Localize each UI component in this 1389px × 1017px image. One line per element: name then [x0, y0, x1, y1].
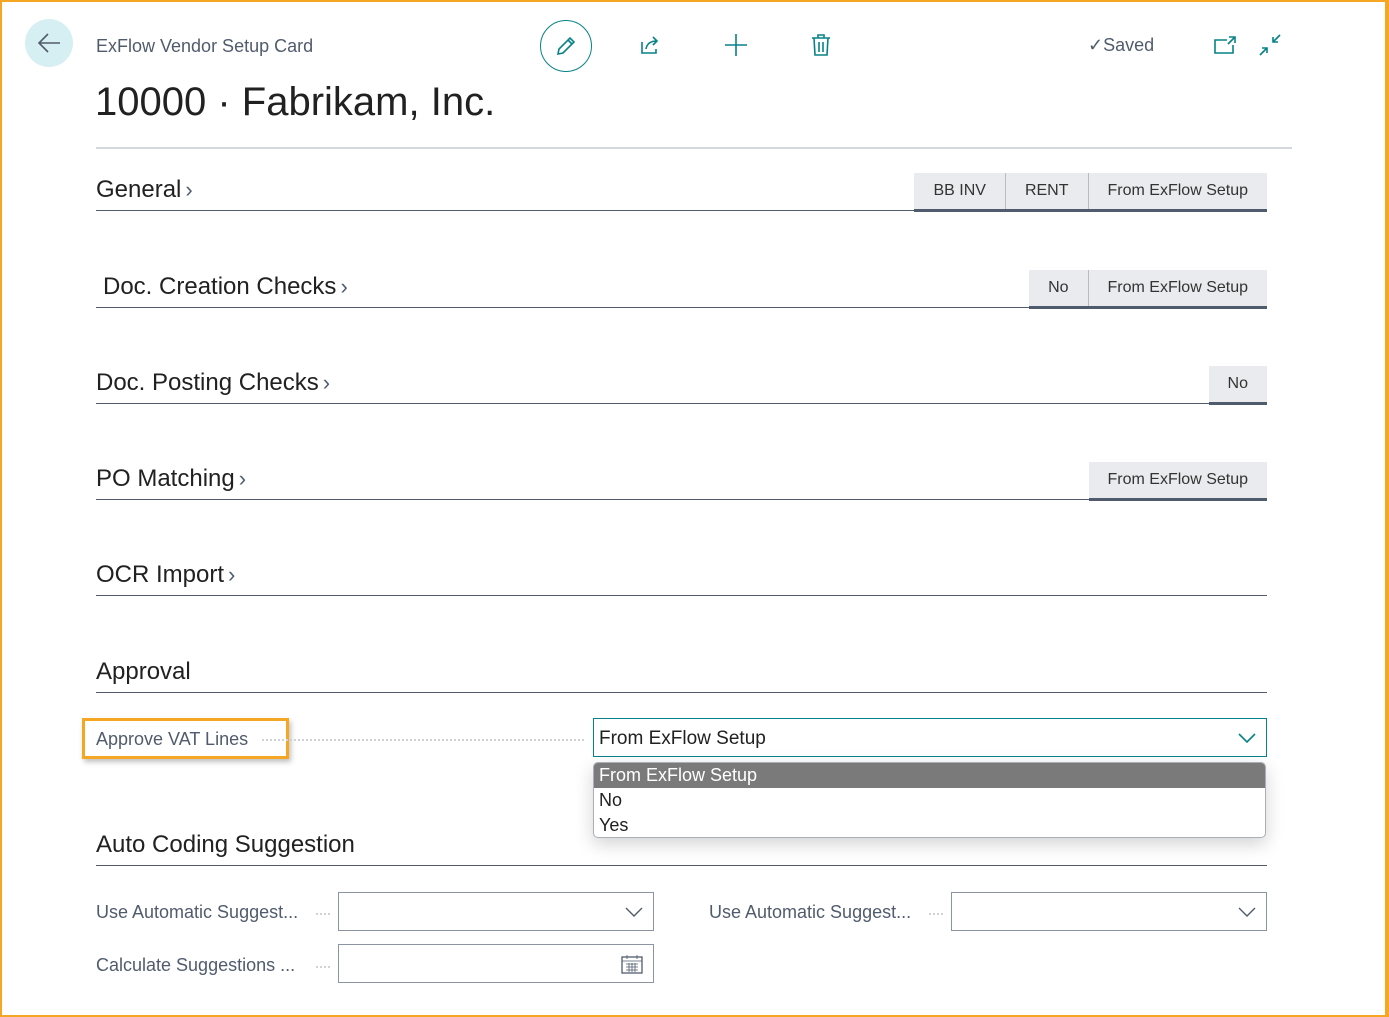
approve-vat-lines-label: Approve VAT Lines	[96, 729, 249, 749]
share-icon	[641, 36, 659, 54]
chevron-right-icon: ›	[185, 177, 193, 202]
section-general[interactable]: General › BB INV RENT From ExFlow Setup	[96, 171, 1267, 212]
plus-icon	[725, 34, 747, 56]
tag: No	[1029, 269, 1088, 306]
chevron-right-icon: ›	[228, 562, 236, 587]
dotted-leader	[316, 913, 330, 915]
header-divider	[96, 147, 1292, 149]
approve-vat-lines-select[interactable]: From ExFlow Setup	[593, 718, 1267, 757]
collapse-icon	[1259, 34, 1281, 56]
delete-button[interactable]	[806, 30, 836, 60]
tag: RENT	[1004, 172, 1088, 209]
tag: From ExFlow Setup	[1087, 269, 1267, 306]
dotted-leader	[262, 739, 584, 741]
page-title: 10000 · Fabrikam, Inc.	[95, 80, 496, 124]
checkmark-icon: ✓	[1088, 35, 1104, 55]
chevron-right-icon: ›	[322, 370, 331, 395]
saved-status: ✓Saved	[1088, 35, 1155, 55]
back-button[interactable]	[25, 19, 73, 67]
edit-button[interactable]	[540, 20, 592, 72]
new-button[interactable]	[721, 30, 751, 60]
calculate-suggestions-label: Calculate Suggestions ...	[96, 955, 296, 975]
share-button[interactable]	[635, 30, 665, 60]
chevron-right-icon: ›	[340, 274, 348, 299]
dotted-leader	[929, 913, 943, 915]
dropdown-option[interactable]: From ExFlow Setup	[594, 763, 1265, 788]
dotted-leader	[316, 966, 330, 968]
tag: No	[1208, 365, 1267, 402]
section-auto-coding-suggestion[interactable]: Auto Coding Suggestion	[96, 826, 1267, 866]
collapse-button[interactable]	[1255, 30, 1285, 60]
section-ocr-import[interactable]: OCR Import ›	[96, 556, 1267, 596]
pencil-icon	[556, 36, 576, 56]
use-automatic-suggest-label: Use Automatic Suggest...	[96, 902, 299, 922]
chevron-down-icon	[1238, 907, 1256, 917]
section-po-matching[interactable]: PO Matching › From ExFlow Setup	[96, 460, 1267, 501]
trash-icon	[812, 34, 830, 56]
open-new-window-button[interactable]	[1210, 30, 1240, 60]
chevron-right-icon: ›	[238, 466, 247, 491]
calendar-icon[interactable]	[621, 954, 643, 974]
open-in-new-window-icon	[1214, 36, 1236, 54]
arrow-left-icon	[37, 33, 60, 53]
chevron-down-icon	[1238, 733, 1256, 744]
tag: BB INV	[914, 172, 1005, 209]
tag: From ExFlow Setup	[1087, 172, 1267, 209]
use-automatic-suggest-label-2: Use Automatic Suggest...	[709, 902, 912, 922]
use-automatic-suggest-select-2[interactable]	[951, 892, 1267, 931]
section-doc-posting-checks[interactable]: Doc. Posting Checks › No	[96, 364, 1267, 405]
use-automatic-suggest-select[interactable]	[338, 892, 654, 931]
chevron-down-icon	[625, 907, 643, 917]
section-approval[interactable]: Approval	[96, 653, 1267, 693]
tag: From ExFlow Setup	[1088, 461, 1267, 498]
dropdown-option[interactable]: No	[594, 788, 1265, 813]
section-doc-creation-checks[interactable]: Doc. Creation Checks › No From ExFlow Setu…	[96, 268, 1267, 309]
calculate-suggestions-date-input[interactable]	[338, 944, 654, 983]
breadcrumb: ExFlow Vendor Setup Card	[96, 36, 314, 56]
